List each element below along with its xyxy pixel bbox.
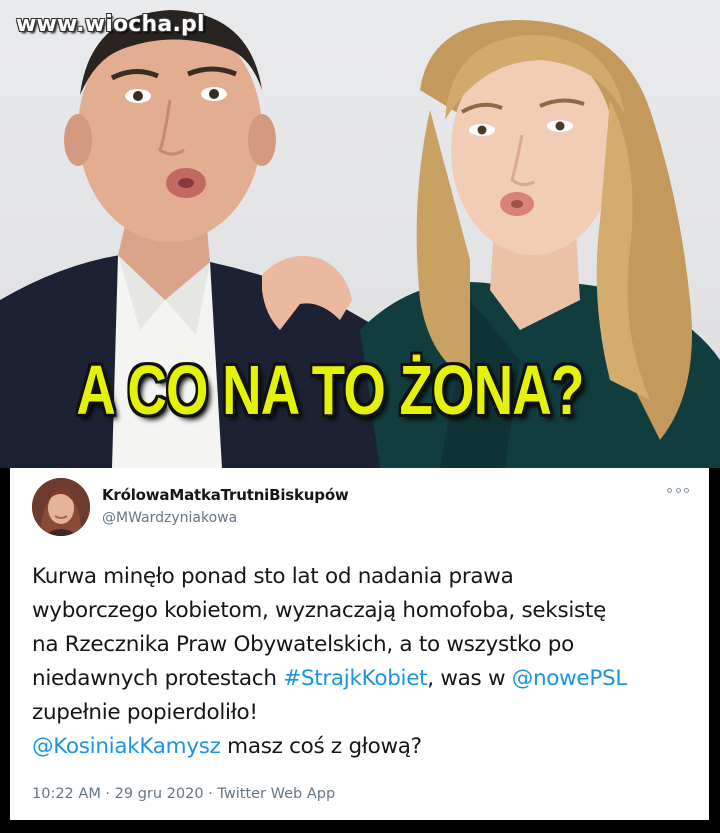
mention-link[interactable]: @KosiniakKamysz [32,734,221,759]
avatar-image [32,478,90,536]
tweet-line: wyborczego kobietom, wyznaczają homofoba… [32,598,606,623]
dot-icon [667,487,672,493]
dot-icon [684,487,689,493]
tweet-card: KrólowaMatkaTrutniBiskupów @MWardzyniako… [10,468,709,820]
tweet-line: niedawnych protestach #StrajkKobiet, was… [32,662,702,696]
meme-photo: www.wiocha.pl A CO NA TO ŻONA? [0,0,720,468]
meta-separator: · [100,786,115,802]
mention-link[interactable]: @nowePSL [512,666,628,691]
tweet-text-segment: niedawnych protestach [32,666,284,691]
tweet-text-segment: masz coś z głową? [220,734,422,759]
tweet-source[interactable]: Twitter Web App [217,786,335,802]
hashtag-link[interactable]: #StrajkKobiet [283,666,427,691]
user-handle[interactable]: @MWardzyniakowa [102,510,237,526]
display-name[interactable]: KrólowaMatkaTrutniBiskupów [102,486,349,504]
tweet-text: Kurwa minęło ponad sto lat od nadania pr… [32,560,702,764]
tweet-time[interactable]: 10:22 AM [32,786,101,802]
meta-separator: · [203,786,218,802]
tweet-meta: 10:22 AM · 29 gru 2020 · Twitter Web App [32,786,335,802]
meme-headline: A CO NA TO ŻONA? [76,351,584,429]
more-options-icon[interactable] [667,486,689,494]
avatar[interactable] [32,478,90,536]
tweet-text-segment: , was w [427,666,512,691]
tweet-line: Kurwa minęło ponad sto lat od nadania pr… [32,564,514,589]
tweet-line: na Rzecznika Praw Obywatelskich, a to ws… [32,632,574,657]
tweet-line: zupełnie popierdoliło! [32,700,258,725]
tweet-line: @KosiniakKamysz masz coś z głową? [32,730,702,764]
tweet-date[interactable]: 29 gru 2020 [115,786,204,802]
dot-icon [675,487,681,493]
site-watermark: www.wiocha.pl [16,12,205,37]
